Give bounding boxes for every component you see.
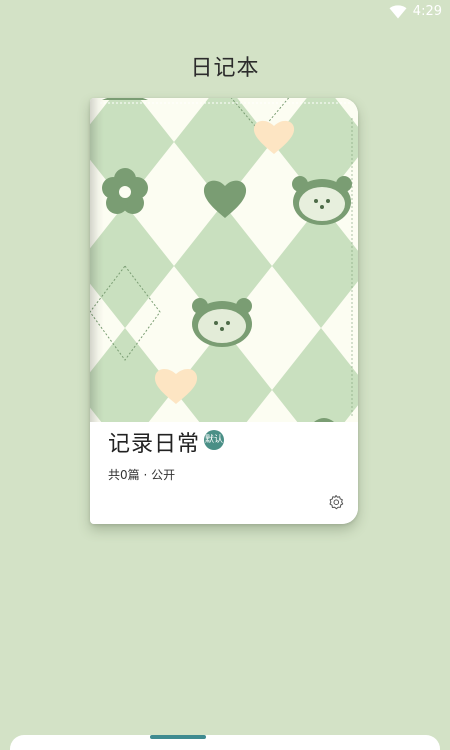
notebook-info: 记录日常 默认 共0篇 · 公开 [90, 422, 358, 524]
notebook-screen: 4:29 日记本 记录日常 默认 共0篇 · 公开 [0, 0, 450, 750]
bottom-sheet-handle[interactable] [150, 735, 206, 739]
status-time: 4:29 [412, 4, 442, 19]
notebook-name: 记录日常 [108, 432, 201, 457]
page-title: 日记本 [190, 56, 260, 81]
wifi-icon [389, 4, 407, 18]
settings-icon[interactable] [328, 494, 344, 510]
notebook-card[interactable]: 记录日常 默认 共0篇 · 公开 [90, 98, 358, 524]
bear-face-icon [192, 298, 252, 347]
status-right: 4:29 [389, 4, 442, 19]
status-bar: 4:29 [0, 0, 450, 26]
bottom-sheet[interactable] [10, 735, 440, 750]
default-badge: 默认 [204, 430, 224, 450]
notebook-cover [90, 98, 358, 422]
notebook-meta: 共0篇 · 公开 [108, 468, 176, 482]
bear-face-icon [292, 176, 352, 225]
